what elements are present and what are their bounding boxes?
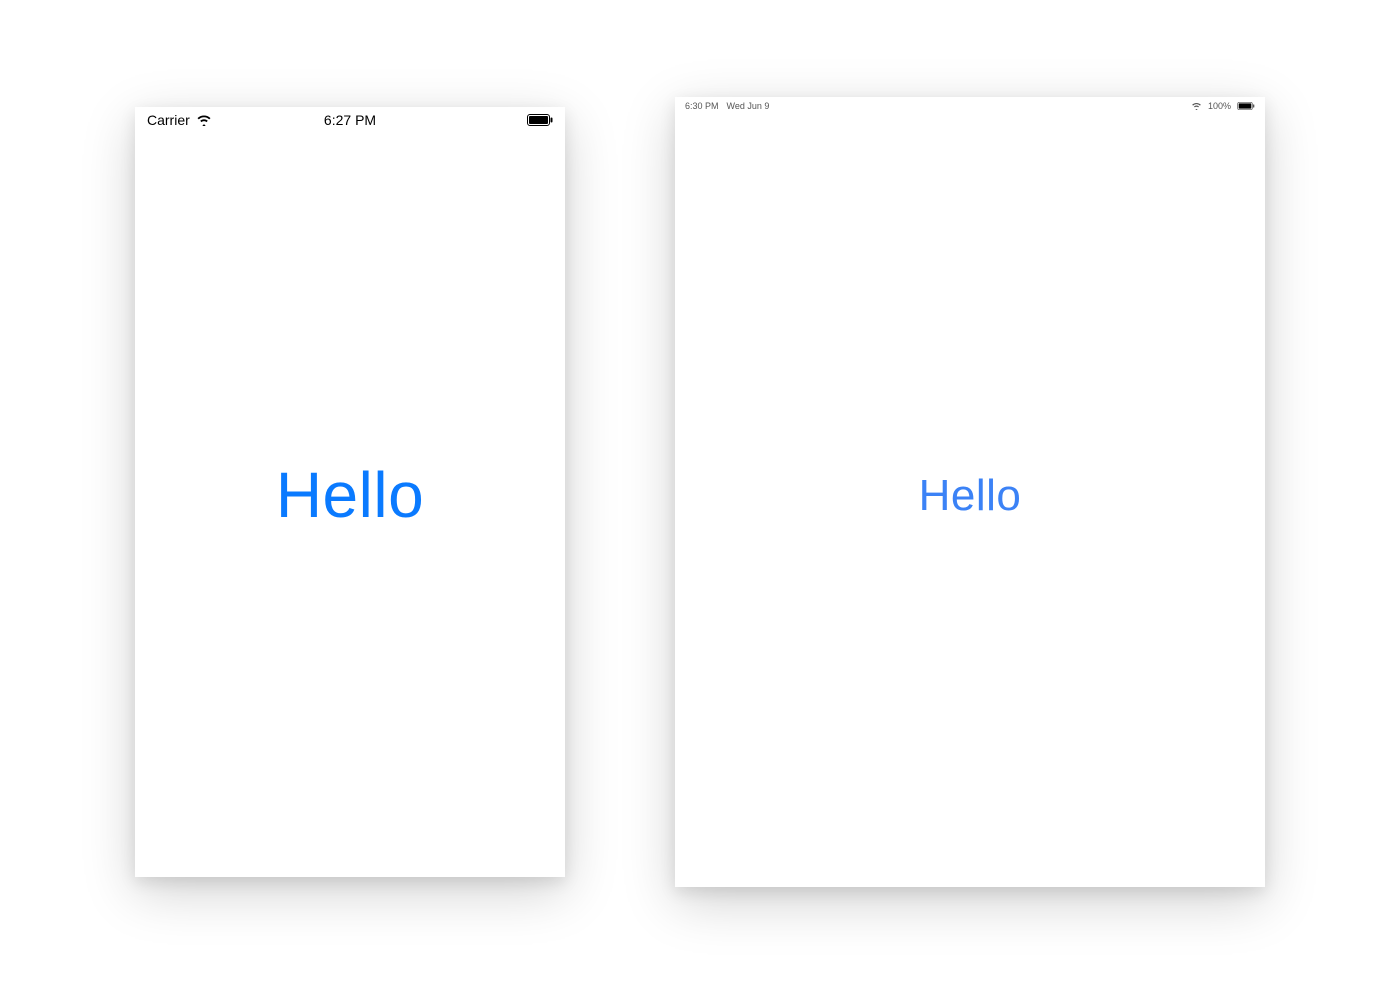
status-time: 6:27 PM bbox=[324, 112, 376, 128]
ipad-simulator: 6:30 PM Wed Jun 9 100% Hello bbox=[675, 97, 1265, 887]
status-time: 6:30 PM bbox=[685, 101, 719, 111]
status-left: 6:30 PM Wed Jun 9 bbox=[685, 101, 769, 111]
iphone-simulator: Carrier 6:27 PM Hello bbox=[135, 107, 565, 877]
status-bar: 6:30 PM Wed Jun 9 100% bbox=[675, 97, 1265, 115]
battery-icon bbox=[527, 114, 553, 126]
hello-label: Hello bbox=[276, 458, 424, 532]
status-left: Carrier bbox=[147, 112, 212, 128]
content-area: Hello bbox=[135, 133, 565, 877]
status-right: 100% bbox=[1191, 101, 1255, 111]
wifi-icon bbox=[196, 114, 212, 126]
battery-icon bbox=[1237, 102, 1255, 110]
wifi-icon bbox=[1191, 102, 1202, 110]
status-date: Wed Jun 9 bbox=[727, 101, 770, 111]
status-right bbox=[527, 114, 553, 126]
carrier-label: Carrier bbox=[147, 112, 190, 128]
battery-percent: 100% bbox=[1208, 101, 1231, 111]
status-bar: Carrier 6:27 PM bbox=[135, 107, 565, 133]
content-area: Hello bbox=[675, 115, 1265, 887]
hello-label: Hello bbox=[919, 471, 1022, 521]
